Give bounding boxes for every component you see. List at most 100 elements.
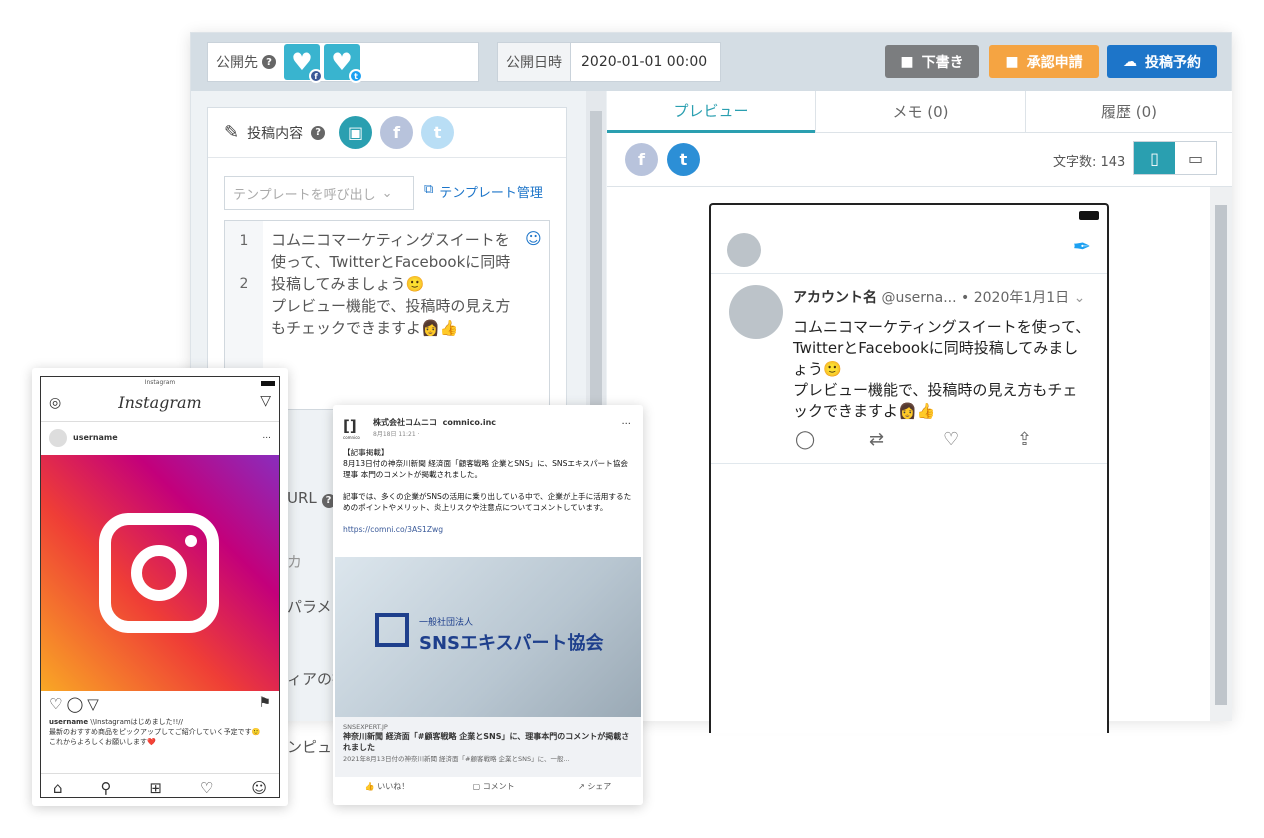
reply-icon[interactable]: ◯	[795, 429, 815, 450]
instagram-preview: Instagram ◎ Instagram ▽ username ... ♡◯▽…	[32, 368, 288, 806]
post-text-line2: プレビュー機能で、投稿時の見え方もチェックできますよ	[271, 297, 511, 337]
cloud-upload-icon: ☁	[1123, 53, 1137, 70]
search-icon[interactable]: ⚲	[100, 779, 111, 797]
fb-site: SNSEXPERT.JP	[343, 723, 388, 731]
tweet-handle: @userna...	[881, 290, 957, 306]
add-post-icon[interactable]: ⊞	[149, 779, 162, 797]
schedule-label: 投稿予約	[1145, 54, 1201, 71]
fb-link-meta[interactable]: SNSEXPERT.JP 神奈川新聞 経済面「#顧客戦略 企業とSNS」に、理事…	[335, 717, 641, 777]
publish-to-text: 公開先	[216, 55, 258, 71]
direct-message-icon[interactable]: ▽	[260, 393, 271, 409]
fb-page-header: 株式会社コムニコ comnico.inc	[373, 417, 496, 428]
publish-date-label: 公開日時	[498, 43, 571, 81]
heart-logo-icon: ♥	[291, 48, 313, 76]
like-icon[interactable]: ♡	[49, 695, 66, 713]
bookmark-icon[interactable]: ⚑	[258, 695, 271, 711]
schedule-button[interactable]: ☁ 投稿予約	[1107, 45, 1217, 78]
top-toolbar: 公開先? ♥ f ♥ t 公開日時 2020-01-01 00:00 ■ 下書き ■ 承…	[191, 33, 1231, 91]
facebook-badge-icon: f	[309, 69, 323, 83]
sns-expert-logo-icon	[375, 613, 409, 647]
share-icon[interactable]: ⇪	[1017, 429, 1032, 450]
fb-handle: comnico.inc	[442, 418, 497, 427]
home-icon[interactable]: ⌂	[53, 779, 63, 797]
account-avatar-facebook[interactable]: ♥ f	[284, 44, 323, 83]
right-scrollbar[interactable]	[1210, 187, 1232, 721]
draft-button[interactable]: ■ 下書き	[885, 45, 979, 78]
publish-to-field[interactable]: 公開先? ♥ f ♥ t	[207, 42, 479, 83]
tweet-date: 2020年1月1日	[973, 290, 1070, 306]
instagram-post-image	[41, 455, 279, 691]
draft-label: 下書き	[921, 54, 964, 71]
tweet-account-name: アカウント名	[793, 290, 877, 306]
status-title: Instagram	[144, 379, 176, 386]
comment-icon[interactable]: ◯	[66, 695, 87, 713]
facebook-preview: [] comnico 株式会社コムニコ comnico.inc 8月18日 11:…	[333, 405, 643, 805]
fb-like-button[interactable]: 👍 いいね！	[365, 781, 410, 792]
fb-link-image[interactable]: 一般社団法人 SNSエキスパート協会	[335, 557, 641, 717]
fb-link[interactable]: https://comni.co/3AS1Zwg	[343, 524, 635, 535]
twitter-badge-icon: t	[349, 69, 363, 83]
emoji-picker-icon[interactable]: ☺	[525, 229, 542, 248]
facebook-tab-icon[interactable]: f	[380, 116, 414, 149]
desktop-icon[interactable]: ▭	[1175, 142, 1216, 174]
heart-icon[interactable]: ♡	[200, 779, 213, 797]
twitter-preview-icon[interactable]: t	[667, 143, 700, 176]
help-icon[interactable]: ?	[262, 55, 276, 69]
more-icon[interactable]: ...	[262, 431, 271, 441]
fb-actions: 👍 いいね！ ▢ コメント ↗ シェア	[333, 781, 643, 792]
publish-date-field[interactable]: 公開日時 2020-01-01 00:00	[497, 42, 721, 82]
chevron-down-icon[interactable]: ⌄	[1074, 290, 1086, 306]
publish-to-label: 公開先?	[208, 43, 284, 81]
template-manage-link[interactable]: ⧉ テンプレート管理	[424, 182, 543, 201]
help-icon[interactable]: ?	[311, 125, 326, 140]
tweet-header: アカウント名 @userna... • 2020年1月1日 ⌄	[793, 287, 1085, 307]
post-content-title: 投稿内容	[247, 125, 304, 142]
external-link-icon: ⧉	[424, 182, 434, 197]
all-channels-icon[interactable]: ▣	[339, 116, 373, 149]
fb-snippet: 2021年8月13日付の神奈川新聞 経済面「#顧客戦略 企業とSNS」に、一般.…	[343, 755, 570, 763]
template-manage-label: テンプレート管理	[439, 186, 543, 201]
logo-subtext: comnico	[343, 435, 360, 440]
share-icon[interactable]: ▽	[87, 695, 103, 713]
account-avatar-twitter[interactable]: ♥ t	[324, 44, 363, 83]
logo-dot	[185, 535, 197, 547]
like-icon[interactable]: ♡	[943, 429, 959, 450]
retweet-icon[interactable]: ⇄	[869, 429, 884, 450]
instagram-username: username	[73, 433, 118, 442]
tweet-text-2: プレビュー機能で、投稿時の見え方もチェックできますよ	[793, 381, 1078, 420]
fb-comment-button[interactable]: ▢ コメント	[473, 781, 515, 792]
caption-line3: これからよろしくお願いします	[49, 738, 147, 746]
twitter-phone-preview: ✒ アカウント名 @userna... • 2020年1月1日 ⌄ コムニコマー…	[709, 203, 1109, 733]
fb-body-line1: 【記事掲載】	[343, 448, 389, 457]
tweet-text: コムニコマーケティングスイートを使って、TwitterとFacebookに同時投…	[793, 318, 1091, 420]
comnico-logo-icon: [] comnico	[343, 417, 365, 440]
twitter-tab-icon[interactable]: t	[421, 116, 455, 149]
divider	[607, 186, 1232, 187]
line-number-1: 1	[239, 233, 249, 249]
approval-button[interactable]: ■ 承認申請	[989, 45, 1099, 78]
compose-tweet-icon[interactable]: ✒	[1073, 235, 1091, 260]
tweet-avatar	[729, 285, 783, 339]
profile-icon[interactable]: ☺	[251, 779, 267, 797]
more-icon[interactable]: ···	[621, 419, 631, 430]
post-content-card: ✎ 投稿内容 ? ▣ f t テンプレートを呼び出し ⌄ ⧉ テンプレート管理 1 …	[207, 107, 567, 410]
tab-memo[interactable]: メモ (0)	[815, 91, 1025, 133]
divider	[711, 463, 1107, 464]
tab-history[interactable]: 履歴 (0)	[1025, 91, 1232, 133]
fb-page-name: 株式会社コムニコ	[373, 418, 437, 427]
line-number-2: 2	[239, 276, 249, 292]
device-toggle: ▯ ▭	[1133, 141, 1217, 175]
instagram-bottom-nav: ⌂ ⚲ ⊞ ♡ ☺	[53, 779, 267, 797]
fb-post-body: 【記事掲載】 8月13日付の神奈川新聞 経済面「顧客戦略 企業とSNS」に、SN…	[343, 447, 635, 535]
pencil-icon: ✎	[224, 122, 240, 143]
publish-date-value[interactable]: 2020-01-01 00:00	[571, 54, 707, 70]
fb-like-label: いいね！	[377, 782, 410, 791]
facebook-preview-icon[interactable]: f	[625, 143, 658, 176]
instagram-phone-frame: Instagram ◎ Instagram ▽ username ... ♡◯▽…	[40, 376, 280, 798]
template-placeholder: テンプレートを呼び出し	[233, 187, 376, 203]
tab-preview[interactable]: プレビュー	[607, 91, 815, 133]
mobile-icon[interactable]: ▯	[1134, 142, 1175, 174]
template-select[interactable]: テンプレートを呼び出し ⌄	[224, 176, 414, 210]
right-scroll-thumb[interactable]	[1215, 205, 1227, 705]
fb-share-button[interactable]: ↗ シェア	[578, 781, 611, 792]
